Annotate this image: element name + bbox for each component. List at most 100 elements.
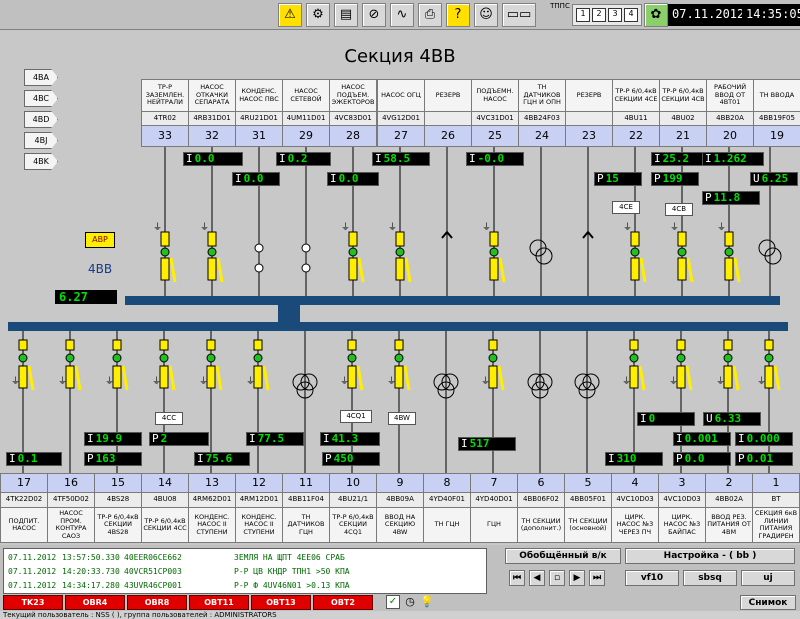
alarm-time: 14:20:33.730 <box>62 567 120 576</box>
breaker-state-icon <box>395 247 405 257</box>
readout-label: I <box>461 437 468 450</box>
measurement-readout: I -0.0 <box>466 152 524 166</box>
breaker-icon <box>348 231 358 247</box>
contact-icon <box>732 365 740 391</box>
readout-label: I <box>9 452 16 465</box>
alarm-button-tk23[interactable]: TK23 <box>3 595 63 610</box>
breaker-state-icon <box>764 353 774 363</box>
vf10-button[interactable]: vf10 <box>625 570 679 586</box>
breaker-icon <box>724 231 734 247</box>
clock-icon[interactable]: ◷ <box>403 595 417 609</box>
switch-icon <box>676 365 686 389</box>
breaker-state-icon <box>629 353 639 363</box>
alarm-button-obr8[interactable]: OBR8 <box>127 595 187 610</box>
breaker-state-icon <box>160 247 170 257</box>
breaker-icon <box>629 339 639 351</box>
measurement-readout: I 517 <box>458 437 516 451</box>
lightbulb-icon[interactable]: 💡 <box>420 595 434 609</box>
sbsq-button[interactable]: sbsq <box>683 570 737 586</box>
uj-button[interactable]: uj <box>741 570 795 586</box>
snapshot-button[interactable]: Снимок <box>740 595 796 610</box>
tag-4bw[interactable]: 4BW <box>388 412 416 425</box>
breaker-icon <box>253 339 263 351</box>
contact-icon <box>262 365 270 391</box>
ground-icon: ⏚ <box>670 222 679 233</box>
ground-icon: ⏚ <box>482 222 491 233</box>
ground-icon: ⏚ <box>340 376 349 387</box>
breaker-icon <box>18 339 28 351</box>
contact-icon <box>404 257 412 283</box>
alarm-time: 13:57:50.330 <box>62 553 120 562</box>
switch-icon <box>764 365 774 389</box>
switch-icon <box>347 365 357 389</box>
readout-value: 0 <box>648 412 656 425</box>
measurement-readout: P 450 <box>322 452 380 466</box>
breaker-state-icon <box>724 247 734 257</box>
readout-value: 0.0 <box>194 152 215 165</box>
alarm-button-obr4[interactable]: OBR4 <box>65 595 125 610</box>
measurement-readout: I 25.2 <box>651 152 706 166</box>
switch-icon <box>207 257 217 281</box>
alarm-button-obt11[interactable]: OBT11 <box>189 595 249 610</box>
switch-icon <box>159 365 169 389</box>
breaker-icon <box>489 231 499 247</box>
alarm-button-obt13[interactable]: OBT13 <box>251 595 311 610</box>
readout-label: I <box>469 152 476 165</box>
switch-icon <box>395 257 405 281</box>
alarm-row[interactable]: 07.11.2012 14:34:17.280 43UVR46CP001 Р-Р… <box>4 579 486 593</box>
tag-4cc[interactable]: 4CC <box>155 412 183 425</box>
breaker-icon <box>630 231 640 247</box>
lower-busbar <box>8 322 788 331</box>
breaker-icon <box>160 231 170 247</box>
breaker-icon <box>723 339 733 351</box>
contact-icon <box>74 365 82 391</box>
contact-icon <box>639 257 647 283</box>
tag-4ce[interactable]: 4CE <box>612 201 640 214</box>
nav-prev-icon[interactable]: ◀ <box>529 570 545 586</box>
readout-label: I <box>654 152 661 165</box>
nav-last-icon[interactable]: ⏭ <box>589 570 605 586</box>
tag-4cq1[interactable]: 4CQ1 <box>340 410 372 423</box>
breaker-icon <box>206 339 216 351</box>
readout-value: 58.5 <box>383 152 411 165</box>
alarm-row[interactable]: 07.11.2012 13:57:50.330 40EER06CE662 ЗЕМ… <box>4 551 486 565</box>
readout-label: P <box>738 452 745 465</box>
readout-value: 6.33 <box>714 412 742 425</box>
settings-button[interactable]: Настройка - ( bb ) <box>625 548 795 564</box>
switch-icon <box>253 365 263 389</box>
contact-icon <box>215 365 223 391</box>
nav-first-icon[interactable]: ⏮ <box>509 570 525 586</box>
ground-icon: ⏚ <box>199 376 208 387</box>
alarm-row[interactable]: 07.11.2012 14:20:33.730 40VCR51CP003 Р-Р… <box>4 565 486 579</box>
switch-icon <box>65 365 75 389</box>
switch-icon <box>18 365 28 389</box>
contact-icon <box>356 365 364 391</box>
generalized-button[interactable]: Обобщённый в/к <box>505 548 621 564</box>
switch-icon <box>630 257 640 281</box>
breaker-icon <box>395 231 405 247</box>
alarm-text: Р-Р Ф 4UV46N01 >0.13 КПА <box>234 581 350 590</box>
breaker-icon <box>112 339 122 351</box>
alarm-text: Р-Р ЦВ КНДР ТПН1 >50 КПА <box>234 567 350 576</box>
breaker-state-icon <box>630 247 640 257</box>
ground-icon: ⏚ <box>105 376 114 387</box>
measurement-readout: P2 <box>149 432 209 446</box>
contact-icon <box>121 365 129 391</box>
nav-next-icon[interactable]: ▶ <box>569 570 585 586</box>
switch-icon <box>488 365 498 389</box>
switch-icon <box>489 257 499 281</box>
breaker-state-icon <box>723 353 733 363</box>
readout-label: I <box>640 412 647 425</box>
measurement-readout: I 1.262 <box>702 152 764 166</box>
breaker-icon <box>764 339 774 351</box>
alarm-button-obt2[interactable]: OBT2 <box>313 595 373 610</box>
tag-4cb[interactable]: 4CB <box>665 203 693 216</box>
breaker-icon <box>488 339 498 351</box>
checkmark-icon[interactable]: ✓ <box>386 595 400 609</box>
switch-icon <box>629 365 639 389</box>
nav-stop-icon[interactable]: ▫ <box>549 570 565 586</box>
readout-label: U <box>706 412 713 425</box>
contact-icon <box>27 365 35 391</box>
readout-label: I <box>676 432 683 445</box>
alarm-list: 07.11.2012 13:57:50.330 40EER06CE662 ЗЕМ… <box>3 548 487 594</box>
